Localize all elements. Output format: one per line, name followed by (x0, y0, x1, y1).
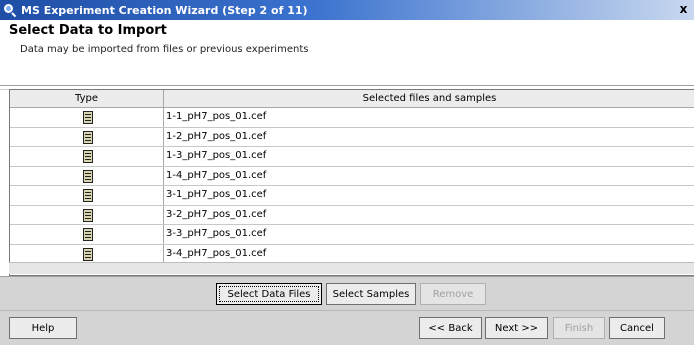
table-row[interactable]: 1-3_pH7_pos_01.cef (10, 147, 694, 167)
file-name-cell: 3-2_pH7_pos_01.cef (166, 208, 267, 220)
page-title: Select Data to Import (9, 23, 167, 38)
document-icon (83, 111, 93, 124)
table-row[interactable]: 1-2_pH7_pos_01.cef (10, 127, 694, 147)
type-cell (10, 166, 164, 185)
table-row[interactable]: 3-2_pH7_pos_01.cef (10, 205, 694, 225)
file-name-cell: 1-2_pH7_pos_01.cef (166, 130, 267, 142)
table-row[interactable]: 1-1_pH7_pos_01.cef (10, 108, 694, 128)
page-subtitle: Data may be imported from files or previ… (20, 44, 309, 55)
document-icon (83, 130, 93, 144)
wizard-footer: Help << Back Next >> Finish Cancel (0, 310, 694, 345)
column-header-files[interactable]: Selected files and samples (164, 90, 694, 108)
next-button[interactable]: Next >> (485, 317, 548, 339)
table-row[interactable]: 3-3_pH7_pos_01.cef (10, 225, 694, 245)
help-button[interactable]: Help (9, 317, 77, 339)
select-data-files-button[interactable]: Select Data Files (216, 283, 322, 305)
type-cell (10, 205, 164, 224)
table-row[interactable]: 3-1_pH7_pos_01.cef (10, 186, 694, 206)
column-header-type[interactable]: Type (10, 90, 164, 108)
files-table[interactable]: Type Selected files and samples 1-1_pH7_… (9, 89, 694, 276)
file-actions-bar: Select Data Files Select Samples Remove (0, 276, 694, 310)
window-titlebar[interactable]: MS Experiment Creation Wizard (Step 2 of… (0, 0, 694, 20)
file-name-cell: 3-4_pH7_pos_01.cef (166, 247, 267, 259)
document-icon (83, 208, 93, 222)
select-samples-button[interactable]: Select Samples (326, 283, 416, 305)
remove-button[interactable]: Remove (420, 283, 486, 305)
file-name-cell: 1-4_pH7_pos_01.cef (166, 169, 267, 181)
document-icon (83, 247, 93, 261)
back-button[interactable]: << Back (419, 317, 482, 339)
cancel-button[interactable]: Cancel (609, 317, 665, 339)
close-icon[interactable]: x (676, 2, 691, 17)
document-icon (83, 189, 93, 202)
wizard-header: Select Data to Import Data may be import… (0, 20, 694, 86)
table-body: 1-1_pH7_pos_01.cef 1-2_pH7_pos_01.cef 1-… (10, 108, 694, 264)
type-cell (10, 127, 164, 146)
type-cell (10, 186, 164, 205)
type-cell (10, 108, 164, 127)
type-cell (10, 147, 164, 166)
window-title: MS Experiment Creation Wizard (Step 2 of… (21, 3, 308, 17)
magnifier-app-icon (3, 3, 17, 18)
document-icon (83, 150, 93, 163)
table-header: Type Selected files and samples (10, 90, 694, 108)
horizontal-scrollbar[interactable] (9, 262, 694, 274)
file-name-cell: 3-3_pH7_pos_01.cef (166, 228, 267, 239)
file-name-cell: 3-1_pH7_pos_01.cef (166, 189, 267, 200)
type-cell (10, 244, 164, 263)
document-icon (83, 228, 93, 241)
file-name-cell: 1-1_pH7_pos_01.cef (166, 111, 267, 122)
type-cell (10, 225, 164, 244)
finish-button[interactable]: Finish (553, 317, 605, 339)
file-name-cell: 1-3_pH7_pos_01.cef (166, 150, 267, 161)
table-row[interactable]: 1-4_pH7_pos_01.cef (10, 166, 694, 186)
document-icon (83, 169, 93, 183)
